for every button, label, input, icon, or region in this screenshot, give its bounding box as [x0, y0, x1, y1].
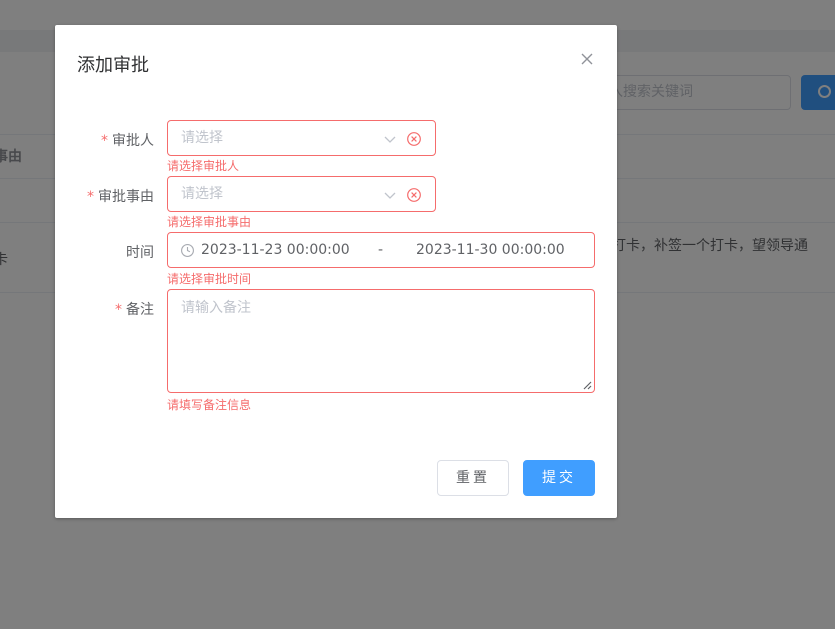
time-start-input[interactable]: 2023-11-23 00:00:00 [201, 233, 350, 267]
approver-placeholder: 请选择 [181, 130, 223, 146]
required-mark: * [115, 302, 122, 318]
remark-label-text: 备注 [126, 302, 154, 318]
reason-select[interactable]: 请选择 [167, 176, 436, 212]
clear-circle-icon[interactable] [406, 187, 422, 203]
reason-error: 请选择审批事由 [167, 215, 252, 229]
approver-label: * 审批人 [101, 130, 154, 150]
approver-label-text: 审批人 [112, 133, 154, 149]
remark-placeholder: 请输入备注 [181, 300, 251, 316]
time-error: 请选择审批时间 [167, 272, 252, 286]
time-label: 时间 [126, 245, 154, 261]
clock-icon [181, 244, 194, 257]
dialog-title: 添加审批 [77, 55, 149, 76]
time-range-separator: - [378, 242, 384, 258]
required-mark: * [87, 189, 94, 205]
reason-label: * 审批事由 [87, 186, 154, 206]
submit-button[interactable]: 提交 [523, 460, 595, 496]
chevron-down-icon[interactable] [383, 188, 397, 202]
remark-label: * 备注 [115, 299, 154, 319]
add-approval-dialog: 添加审批 * 审批人 请选择 请选择审批人 * 审批事由 请选择 请选择审批事由 时… [55, 25, 617, 518]
chevron-down-icon[interactable] [383, 132, 397, 146]
reason-label-text: 审批事由 [98, 189, 154, 205]
remark-error: 请填写备注信息 [167, 398, 252, 412]
reason-placeholder: 请选择 [181, 186, 223, 202]
resize-handle-icon[interactable] [582, 380, 592, 390]
approver-select[interactable]: 请选择 [167, 120, 436, 156]
reset-button[interactable]: 重置 [437, 460, 509, 496]
approver-error: 请选择审批人 [167, 159, 240, 173]
time-end-input[interactable]: 2023-11-30 00:00:00 [416, 233, 565, 267]
close-icon[interactable] [579, 51, 595, 67]
remark-textarea[interactable]: 请输入备注 [167, 289, 595, 393]
required-mark: * [101, 133, 108, 149]
time-range-picker[interactable]: 2023-11-23 00:00:00 - 2023-11-30 00:00:0… [167, 232, 595, 268]
clear-circle-icon[interactable] [406, 131, 422, 147]
